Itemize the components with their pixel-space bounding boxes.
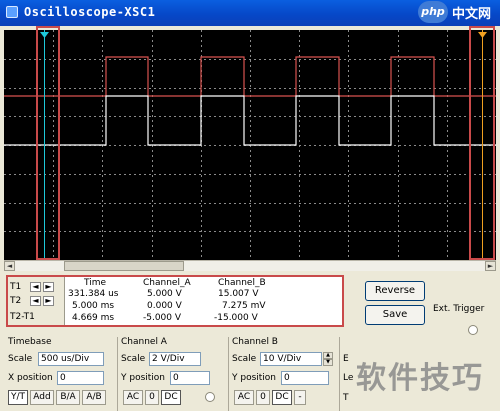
reverse-button[interactable]: Reverse bbox=[365, 281, 425, 301]
row-label-t2-t1: T2-T1 bbox=[10, 312, 35, 322]
t2-channel-b: 7.275 mV bbox=[222, 301, 266, 311]
t1-right-arrow-icon[interactable]: ► bbox=[43, 282, 54, 292]
watermark-badge: php bbox=[418, 1, 448, 23]
timebase-title: Timebase bbox=[8, 337, 52, 347]
t1-channel-a: 5.000 V bbox=[147, 289, 182, 299]
channel-a-scale-field[interactable]: 2 V/Div bbox=[149, 352, 201, 366]
timebase-panel: Timebase Scale 500 us/Div X position 0 Y… bbox=[5, 337, 115, 411]
scroll-thumb[interactable] bbox=[64, 261, 184, 271]
channel-b-scale-label: Scale bbox=[232, 354, 257, 364]
channel-a-terminal[interactable] bbox=[205, 392, 215, 402]
channel-b-panel: Channel B Scale 10 V/Div ▲ ▼ Y position … bbox=[228, 337, 338, 411]
channel-b-zero-button[interactable]: 0 bbox=[256, 390, 270, 405]
save-button[interactable]: Save bbox=[365, 305, 425, 325]
header-time: Time bbox=[84, 278, 107, 288]
scroll-right-icon[interactable]: ► bbox=[485, 261, 496, 271]
timebase-scale-field[interactable]: 500 us/Div bbox=[38, 352, 104, 366]
t1-channel-b: 15.007 V bbox=[218, 289, 259, 299]
channel-b-y-position-label: Y position bbox=[232, 373, 277, 383]
waveform-display bbox=[4, 30, 496, 260]
channel-a-y-position-label: Y position bbox=[121, 373, 166, 383]
row-label-t1: T1 bbox=[10, 282, 22, 292]
mode-ba-button[interactable]: B/A bbox=[56, 390, 80, 405]
header-channel-b: Channel_B bbox=[218, 278, 266, 288]
scroll-left-icon[interactable]: ◄ bbox=[4, 261, 15, 271]
trigger-level-label: Le bbox=[343, 373, 354, 383]
oscilloscope-screen[interactable] bbox=[4, 30, 496, 260]
channel-b-dc-button[interactable]: DC bbox=[272, 390, 292, 405]
screen-scrollbar[interactable]: ◄ ► bbox=[4, 260, 496, 271]
t2-right-arrow-icon[interactable]: ► bbox=[43, 296, 54, 306]
cursor-controls: T1 ◄ ► T2 ◄ ► T2-T1 bbox=[8, 277, 65, 325]
watermark-text: 中文网 bbox=[452, 7, 492, 22]
ext-trigger-terminal[interactable] bbox=[468, 325, 478, 335]
mode-ab-button[interactable]: A/B bbox=[82, 390, 106, 405]
t1-left-arrow-icon[interactable]: ◄ bbox=[30, 282, 41, 292]
t2-t1-channel-a: -5.000 V bbox=[143, 313, 182, 323]
t1-time: 331.384 us bbox=[68, 289, 119, 299]
channel-a-zero-button[interactable]: 0 bbox=[145, 390, 159, 405]
channel-b-ac-button[interactable]: AC bbox=[234, 390, 254, 405]
title-bar: Oscilloscope-XSC1 php 中文网 bbox=[0, 0, 500, 26]
channel-b-title: Channel B bbox=[232, 337, 278, 347]
row-label-t2: T2 bbox=[10, 296, 22, 306]
scale-down-icon[interactable]: ▼ bbox=[323, 359, 333, 366]
channel-a-panel: Channel A Scale 2 V/Div Y position 0 AC … bbox=[117, 337, 227, 411]
timebase-scale-label: Scale bbox=[8, 354, 33, 364]
watermark-footer: 软件技巧 bbox=[356, 361, 484, 396]
channel-b-invert-button[interactable]: - bbox=[294, 390, 306, 405]
app-icon bbox=[6, 6, 18, 18]
channel-a-dc-button[interactable]: DC bbox=[161, 390, 181, 405]
channel-b-scale-field[interactable]: 10 V/Div bbox=[260, 352, 322, 366]
channel-a-y-position-field[interactable]: 0 bbox=[170, 371, 210, 385]
channel-a-ac-button[interactable]: AC bbox=[123, 390, 143, 405]
trigger-edge-label: E bbox=[343, 354, 349, 364]
cursor-2-marker-icon bbox=[478, 32, 487, 38]
trigger-type-label: T bbox=[343, 393, 349, 403]
t2-left-arrow-icon[interactable]: ◄ bbox=[30, 296, 41, 306]
cursor-1-marker-icon bbox=[40, 32, 49, 38]
header-channel-a: Channel_A bbox=[143, 278, 191, 288]
t2-t1-channel-b: -15.000 V bbox=[214, 313, 258, 323]
channel-a-title: Channel A bbox=[121, 337, 167, 347]
cursor-readout-table: T1 ◄ ► T2 ◄ ► T2-T1 Time Channel_A Chann… bbox=[6, 275, 344, 327]
window-title: Oscilloscope-XSC1 bbox=[24, 5, 156, 19]
mode-yt-button[interactable]: Y/T bbox=[8, 390, 28, 405]
ext-trigger-label: Ext. Trigger bbox=[433, 304, 485, 314]
mode-add-button[interactable]: Add bbox=[30, 390, 54, 405]
t2-channel-a: 0.000 V bbox=[147, 301, 182, 311]
t2-t1-time: 4.669 ms bbox=[72, 313, 115, 323]
t2-time: 5.000 ms bbox=[72, 301, 115, 311]
x-position-field[interactable]: 0 bbox=[57, 371, 104, 385]
channel-a-scale-label: Scale bbox=[121, 354, 146, 364]
scale-up-icon[interactable]: ▲ bbox=[323, 352, 333, 359]
x-position-label: X position bbox=[8, 373, 53, 383]
channel-b-y-position-field[interactable]: 0 bbox=[281, 371, 329, 385]
